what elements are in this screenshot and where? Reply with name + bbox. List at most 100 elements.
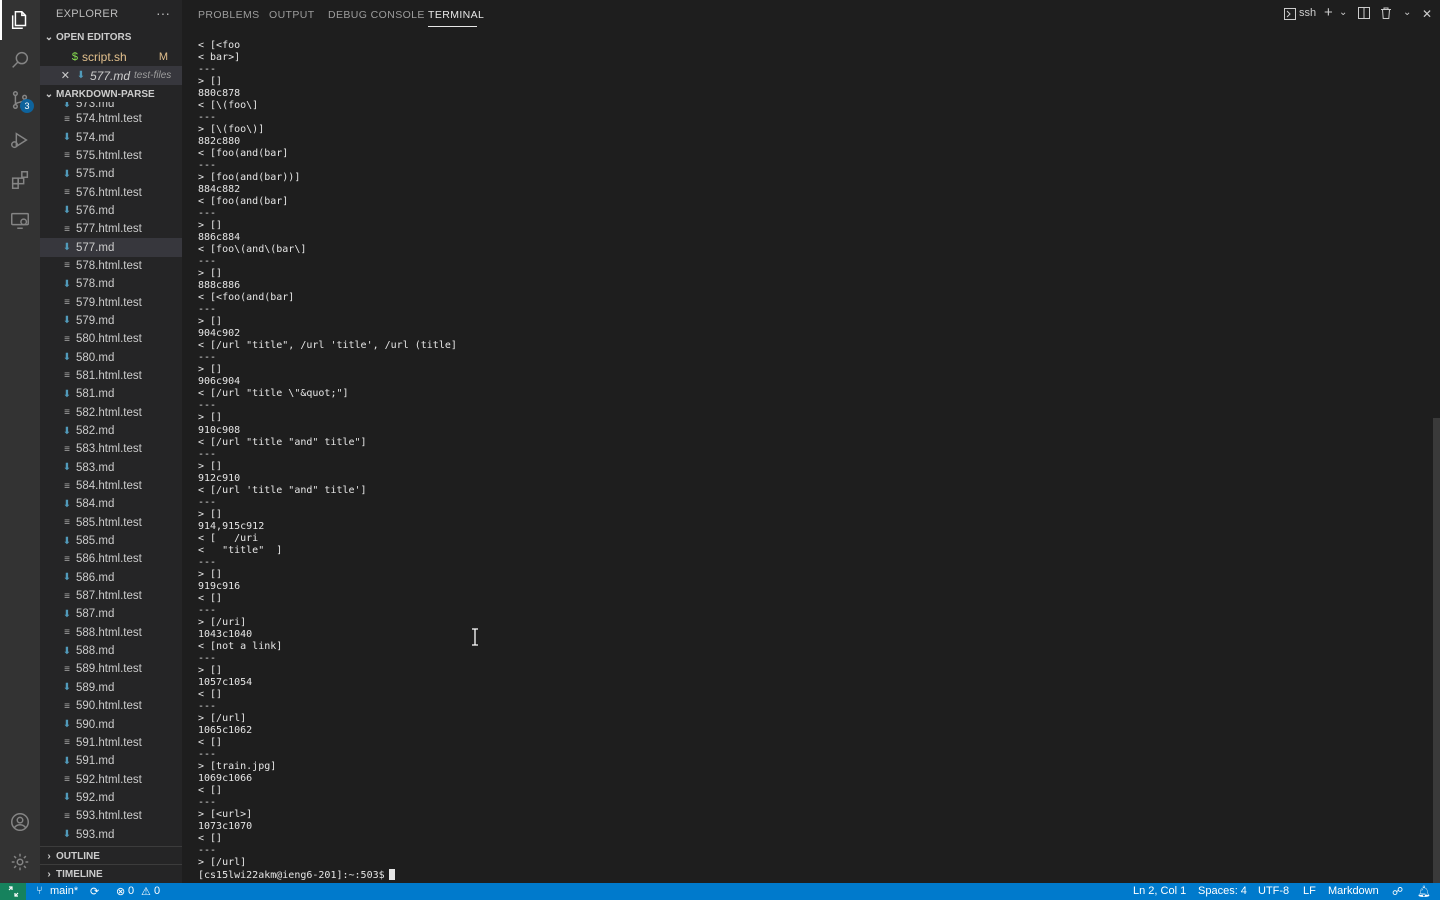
sync-icon[interactable]: ⟳: [90, 885, 99, 898]
terminal-line: 1069c1066: [198, 772, 253, 784]
warning-count[interactable]: 0: [154, 885, 160, 897]
timeline-header[interactable]: › TIMELINE: [40, 864, 182, 883]
extensions-icon[interactable]: [8, 168, 32, 192]
search-icon[interactable]: [8, 48, 32, 72]
file-tree-item[interactable]: ≡ 580.html.test: [40, 330, 182, 348]
file-tree-item[interactable]: ≡ 592.html.test: [40, 770, 182, 788]
run-debug-icon[interactable]: [8, 128, 32, 152]
files-icon[interactable]: [8, 8, 32, 32]
file-tree-item[interactable]: ⬇ 583.md: [40, 459, 182, 477]
explorer-sidebar: EXPLORER ··· ⌄ OPEN EDITORS $ script.sh …: [40, 0, 182, 883]
terminal-name[interactable]: ssh: [1299, 7, 1316, 19]
settings-gear-icon[interactable]: [8, 850, 32, 874]
terminal-line: < [foo\(and\(bar\]: [198, 244, 307, 256]
cursor-position[interactable]: Ln 2, Col 1: [1133, 885, 1186, 897]
file-tree-item[interactable]: ⬇ 592.md: [40, 789, 182, 807]
chevron-down-icon[interactable]: ⌄: [1339, 7, 1347, 18]
file-tree-item[interactable]: ⬇ 588.md: [40, 642, 182, 660]
file-tree-item[interactable]: ⬇ 574.md: [40, 128, 182, 146]
file-tree-item[interactable]: ⬇ 576.md: [40, 202, 182, 220]
file-tree-item[interactable]: ≡ 576.html.test: [40, 183, 182, 201]
outline-header[interactable]: › OUTLINE: [40, 846, 182, 865]
file-tree-item[interactable]: ≡ 591.html.test: [40, 734, 182, 752]
file-tree-item[interactable]: ≡ 589.html.test: [40, 660, 182, 678]
file-tree-item[interactable]: ⬇ 593.md: [40, 825, 182, 843]
file-name: 590.html.test: [76, 700, 142, 713]
error-count[interactable]: 0: [128, 885, 134, 897]
file-tree-item[interactable]: ⬇ 591.md: [40, 752, 182, 770]
terminal-line: < [not a link]: [198, 640, 283, 652]
file-tree-item[interactable]: ≡ 577.html.test: [40, 220, 182, 238]
indentation[interactable]: Spaces: 4: [1198, 885, 1247, 897]
file-tree-item[interactable]: ⬇ 587.md: [40, 605, 182, 623]
remote-explorer-icon[interactable]: [8, 208, 32, 232]
terminal-line: > []: [198, 412, 223, 424]
file-tree-item[interactable]: ⬇ 577.md: [40, 238, 182, 257]
file-tree-item[interactable]: ≡ 578.html.test: [40, 257, 182, 275]
terminal-line: 1057c1054: [198, 676, 253, 688]
terminal-line: > []: [198, 568, 223, 580]
terminal-prompt-line[interactable]: [cs15lwi22akm@ieng6-201]:~:503$: [198, 869, 1418, 881]
file-tree-item[interactable]: ≡ 582.html.test: [40, 404, 182, 422]
file-tree-item[interactable]: ≡ 593.html.test: [40, 807, 182, 825]
file-tree-item[interactable]: ⬇ 585.md: [40, 532, 182, 550]
file-name: 578.md: [76, 278, 115, 291]
terminal-line: > [<url>]: [198, 809, 253, 820]
file-tree-item[interactable]: ⬇ 579.md: [40, 312, 182, 330]
open-editor-script-sh[interactable]: $ script.sh M: [40, 47, 182, 66]
account-icon[interactable]: [8, 810, 32, 834]
trash-icon[interactable]: [1380, 7, 1392, 22]
file-tree-item[interactable]: ⬇ 578.md: [40, 275, 182, 293]
terminal-scrollbar[interactable]: [1433, 418, 1440, 883]
file-tree-item[interactable]: ⬇ 573.md: [40, 102, 182, 110]
file-tree-item[interactable]: ⬇ 580.md: [40, 348, 182, 366]
file-tree-item[interactable]: ⬇ 586.md: [40, 569, 182, 587]
file-tree-item[interactable]: ≡ 574.html.test: [40, 110, 182, 128]
chevron-down-icon: ⌄: [44, 88, 54, 100]
file-tree-item[interactable]: ≡ 579.html.test: [40, 293, 182, 311]
file-tree-item[interactable]: ⬇ 590.md: [40, 715, 182, 733]
new-terminal-icon[interactable]: +: [1324, 4, 1333, 21]
file-tree-item[interactable]: ⬇ 584.md: [40, 495, 182, 513]
file-tree-item[interactable]: ⬇ 575.md: [40, 165, 182, 183]
branch-name[interactable]: main*: [50, 885, 78, 897]
file-tree-item[interactable]: ⬇ 589.md: [40, 679, 182, 697]
text-file-icon: ≡: [64, 700, 70, 712]
file-tree-item[interactable]: ⬇ 582.md: [40, 422, 182, 440]
open-editors-header[interactable]: ⌄ OPEN EDITORS: [40, 28, 182, 46]
terminal-line: 880c878: [198, 88, 241, 100]
file-tree-item[interactable]: ⬇ 581.md: [40, 385, 182, 403]
file-tree-item[interactable]: ≡ 587.html.test: [40, 587, 182, 605]
folder-header[interactable]: ⌄ MARKDOWN-PARSE: [40, 85, 182, 103]
branch-icon: ⑂: [36, 885, 43, 897]
language-mode[interactable]: Markdown: [1328, 885, 1379, 897]
file-tree-item[interactable]: ≡ 588.html.test: [40, 624, 182, 642]
file-tree-item[interactable]: ≡ 583.html.test: [40, 440, 182, 458]
warning-icon: ⚠: [141, 886, 151, 898]
more-actions-icon[interactable]: ···: [156, 5, 170, 21]
tab-output[interactable]: OUTPUT: [269, 9, 315, 21]
terminal-output[interactable]: < [<foo < bar>] --- > [] 880c878 < [\(foo\] --…: [198, 40, 1418, 882]
close-icon[interactable]: ✕: [40, 69, 70, 82]
file-tree-item[interactable]: ≡ 584.html.test: [40, 477, 182, 495]
feedback-icon[interactable]: ☍: [1392, 885, 1403, 898]
file-tree-item[interactable]: ≡ 581.html.test: [40, 367, 182, 385]
text-file-icon: ≡: [64, 553, 70, 565]
open-editor-577-md[interactable]: ✕ ⬇ 577.md test-files: [40, 66, 182, 85]
active-indicator: [0, 0, 2, 40]
file-tree-item[interactable]: ≡ 590.html.test: [40, 697, 182, 715]
tab-problems[interactable]: PROBLEMS: [198, 9, 260, 21]
tab-debug-console[interactable]: DEBUG CONSOLE: [328, 9, 425, 21]
tab-terminal[interactable]: TERMINAL: [428, 9, 484, 21]
end-of-line[interactable]: LF: [1303, 885, 1316, 897]
open-editors-label: OPEN EDITORS: [56, 31, 132, 43]
notifications-bell-icon[interactable]: 🔔︎: [1417, 885, 1431, 898]
remote-indicator-icon[interactable]: [0, 883, 26, 900]
encoding[interactable]: UTF-8: [1258, 885, 1289, 897]
chevron-down-icon[interactable]: ⌄: [1403, 7, 1411, 18]
close-panel-icon[interactable]: ✕: [1422, 7, 1432, 21]
file-tree-item[interactable]: ≡ 586.html.test: [40, 550, 182, 568]
file-tree-item[interactable]: ≡ 575.html.test: [40, 147, 182, 165]
file-tree-item[interactable]: ≡ 585.html.test: [40, 514, 182, 532]
split-terminal-icon[interactable]: [1358, 7, 1370, 22]
